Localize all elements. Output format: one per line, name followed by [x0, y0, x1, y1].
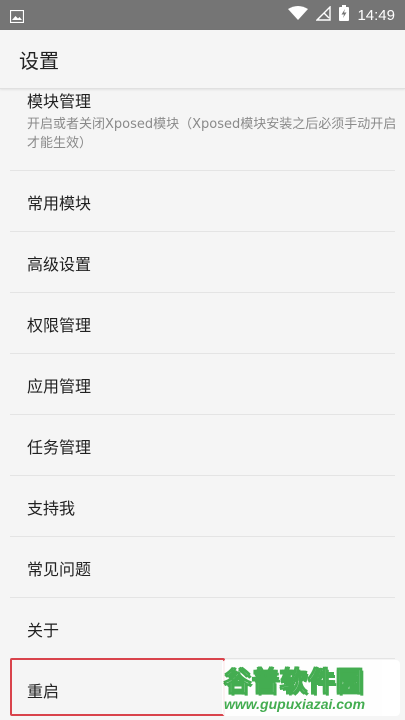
no-signal-icon	[315, 4, 332, 25]
app-bar: 设置	[0, 30, 405, 89]
watermark: 谷普软件园 www.gupuxiazai.com	[222, 660, 400, 716]
settings-item-label: 应用管理	[27, 377, 92, 396]
settings-item-support-me[interactable]: 支持我	[0, 476, 405, 536]
settings-item-label: 关于	[27, 621, 60, 640]
reboot-highlight-box	[10, 658, 225, 716]
watermark-url: www.gupuxiazai.com	[224, 696, 366, 712]
settings-item-description: 开启或者关闭Xposed模块（Xposed模块安装之后必须手动开启才能生效）	[27, 117, 397, 151]
settings-item-label: 权限管理	[27, 316, 92, 335]
settings-item-label: 常用模块	[27, 194, 92, 213]
gallery-icon	[9, 8, 25, 27]
battery-charging-icon	[339, 5, 350, 25]
settings-item-common-modules[interactable]: 常用模块	[0, 171, 405, 231]
clock: 14:49	[357, 6, 395, 24]
settings-item-label: 支持我	[27, 499, 76, 518]
settings-item-label: 常见问题	[27, 560, 92, 579]
watermark-title: 谷普软件园	[224, 667, 364, 699]
settings-item-label: 模块管理	[27, 92, 92, 111]
wifi-icon	[288, 5, 309, 25]
settings-item-label: 任务管理	[27, 438, 92, 457]
settings-item-advanced-settings[interactable]: 高级设置	[0, 232, 405, 292]
settings-item-about[interactable]: 关于	[0, 598, 405, 658]
settings-item-label: 高级设置	[27, 255, 92, 274]
settings-item-faq[interactable]: 常见问题	[0, 537, 405, 597]
page-title: 设置	[19, 49, 59, 73]
settings-item-module-management[interactable]: 模块管理 开启或者关闭Xposed模块（Xposed模块安装之后必须手动开启才能…	[0, 88, 405, 170]
settings-item-permission-management[interactable]: 权限管理	[0, 293, 405, 353]
status-bar: 14:49	[0, 0, 405, 30]
settings-item-app-management[interactable]: 应用管理	[0, 354, 405, 414]
settings-item-task-management[interactable]: 任务管理	[0, 415, 405, 475]
